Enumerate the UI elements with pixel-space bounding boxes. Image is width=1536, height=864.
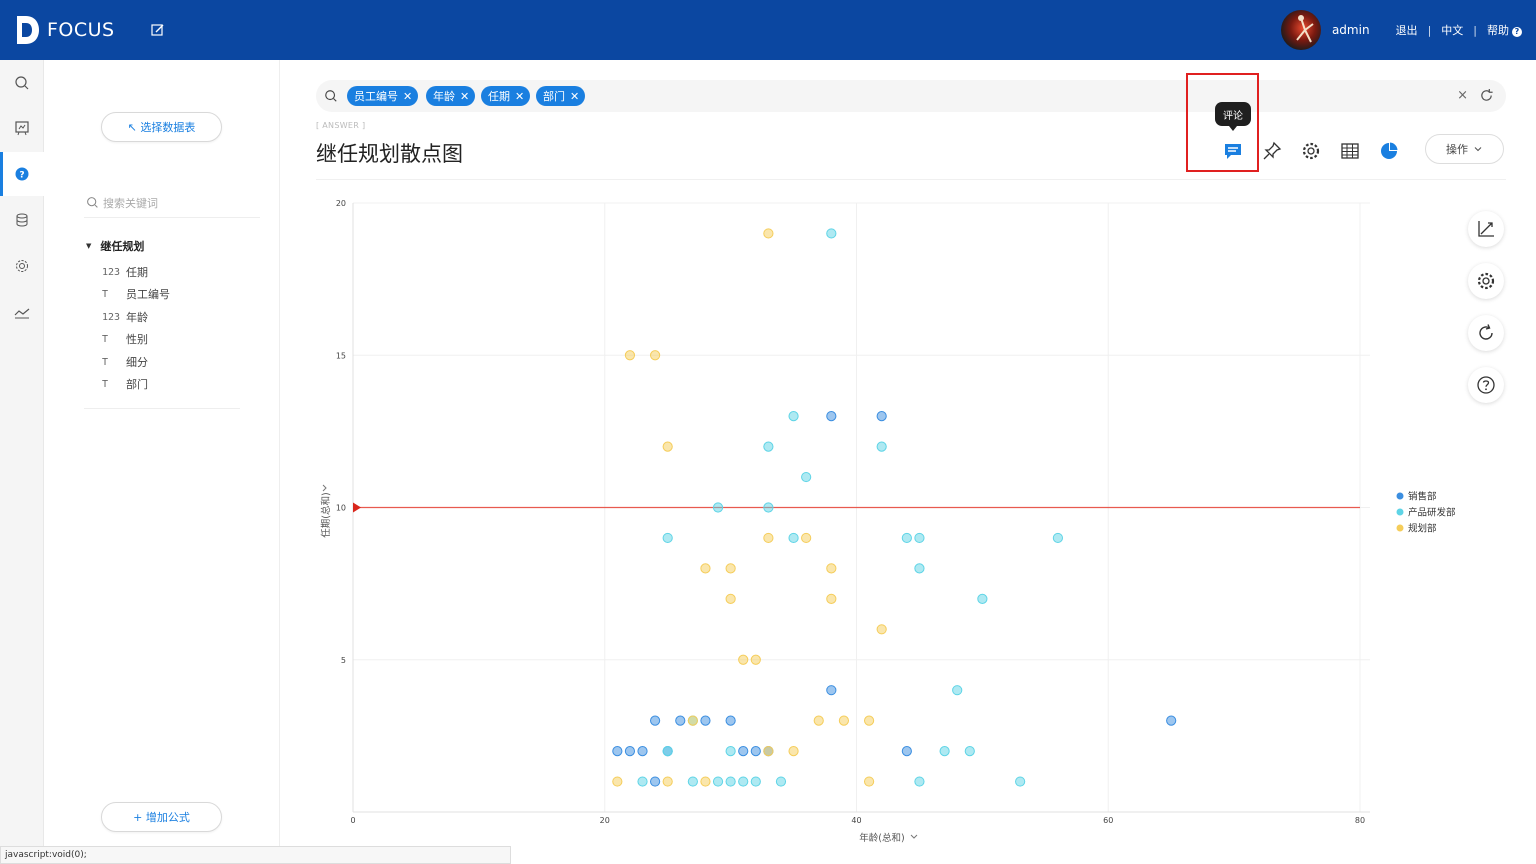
help-circle-icon [1477,376,1495,394]
chart-settings-button[interactable] [1468,263,1504,299]
status-bar: javascript:void(0); [0,846,511,864]
nav-search[interactable] [0,61,44,105]
nav-trend[interactable] [0,290,44,334]
title-divider [316,179,1506,180]
logo-d-icon [14,14,40,46]
nav-board[interactable] [0,106,44,150]
nav-database[interactable] [0,198,44,242]
main-area: 员工编号 ✕ 年龄 ✕ 任期 ✕ 部门 ✕ × [ ANSWER ] 继任规划散点图 评… [284,60,1536,864]
field-label: 部门 [126,378,148,391]
answer-label: [ ANSWER ] [316,121,366,130]
divider [84,408,240,409]
tree-root-label: 继任规划 [100,240,145,253]
help-button[interactable] [1468,367,1504,403]
tag-remove-icon[interactable]: ✕ [403,90,412,103]
operations-label: 操作 [1446,143,1468,156]
field-label: 细分 [126,356,148,369]
field-item-department[interactable]: T 部门 [102,376,148,392]
top-header: FOCUS admin 退出 | 中文 | 帮助? [0,0,1536,60]
help-link[interactable]: 帮助? [1487,22,1522,38]
table-icon [1341,143,1359,159]
user-area: admin 退出 | 中文 | 帮助? [1280,0,1536,60]
data-panel: ↖ 选择数据表 搜索关键词 ▼ 继任规划 123 任期 T 员工编号 123 年龄 T… [44,60,280,864]
settings-button[interactable] [1299,139,1323,163]
svg-text:?: ? [19,171,24,181]
language-link[interactable]: 中文 [1441,22,1463,38]
refresh-icon[interactable] [1479,88,1494,103]
focus-logo[interactable]: FOCUS [14,14,115,46]
board-icon [15,121,29,136]
gear-icon [1302,142,1320,160]
question-icon: ? [15,167,29,181]
keyword-search[interactable]: 搜索关键词 [84,188,260,218]
tag-remove-icon[interactable]: ✕ [515,90,524,103]
search-tag[interactable]: 部门 ✕ [536,86,586,106]
chevron-down-icon [1474,147,1482,152]
separator: | [1473,23,1477,37]
help-label: 帮助 [1487,24,1509,37]
field-item-tenure[interactable]: 123 任期 [102,264,148,280]
tag-label: 部门 [543,90,565,103]
settings-icon [16,260,28,272]
comment-tooltip: 评论 [1215,102,1251,131]
text-field-icon: T [102,356,109,368]
search-icon [325,90,337,102]
tag-label: 年龄 [433,90,455,103]
refresh-chart-button[interactable] [1468,315,1504,351]
database-icon [16,213,28,227]
pie-chart-icon [1381,142,1398,159]
search-tag[interactable]: 年龄 ✕ [426,86,476,106]
chart-view-button[interactable] [1377,139,1401,163]
table-view-button[interactable] [1338,139,1362,163]
tag-label: 员工编号 [354,90,398,103]
search-tag[interactable]: 任期 ✕ [481,86,531,106]
gear-icon [1477,272,1495,290]
separator: | [1427,23,1432,37]
field-label: 任期 [126,266,148,279]
select-table-button[interactable]: ↖ 选择数据表 [101,112,222,142]
search-bar[interactable]: 员工编号 ✕ 年龄 ✕ 任期 ✕ 部门 ✕ × [316,80,1506,112]
add-formula-button[interactable]: + 增加公式 [101,802,222,832]
caret-down-icon: ▼ [86,242,92,250]
field-item-gender[interactable]: T 性别 [102,331,148,347]
search-icon [87,197,98,208]
field-label: 员工编号 [126,288,170,301]
field-item-employee-id[interactable]: T 员工编号 [102,286,170,302]
field-item-segment[interactable]: T 细分 [102,354,148,370]
avatar[interactable] [1280,10,1321,50]
pin-icon [1263,141,1282,160]
logout-link[interactable]: 退出 [1396,22,1418,38]
tag-label: 任期 [488,90,510,103]
search-tag[interactable]: 员工编号 ✕ [347,86,419,106]
trend-icon [14,308,30,319]
field-label: 性别 [126,333,148,346]
text-field-icon: T [102,333,109,345]
keyword-search-placeholder: 搜索关键词 [103,196,158,210]
tag-remove-icon[interactable]: ✕ [570,90,579,103]
nav-settings[interactable] [0,244,44,288]
axis-settings-button[interactable] [1468,211,1504,247]
page-title: 继任规划散点图 [316,142,463,166]
field-label: 年龄 [126,311,148,324]
field-item-age[interactable]: 123 年龄 [102,309,148,325]
tag-remove-icon[interactable]: ✕ [460,90,469,103]
tree-root-succession[interactable]: ▼ 继任规划 [86,238,144,254]
refresh-icon [1479,324,1493,340]
operations-dropdown[interactable]: 操作 [1425,134,1504,164]
numeric-field-icon: 123 [102,266,121,278]
edit-icon[interactable] [150,22,166,38]
help-icon: ? [1512,27,1522,37]
numeric-field-icon: 123 [102,311,121,323]
logo-text: FOCUS [47,19,115,41]
clear-icon[interactable]: × [1457,88,1468,103]
search-icon [15,76,29,90]
user-name[interactable]: admin [1332,23,1370,37]
text-field-icon: T [102,378,109,390]
pin-button[interactable] [1260,139,1284,163]
axis-icon [1478,221,1494,237]
nav-question[interactable]: ? [0,152,44,196]
left-nav: ? [0,60,44,864]
text-field-icon: T [102,288,109,300]
